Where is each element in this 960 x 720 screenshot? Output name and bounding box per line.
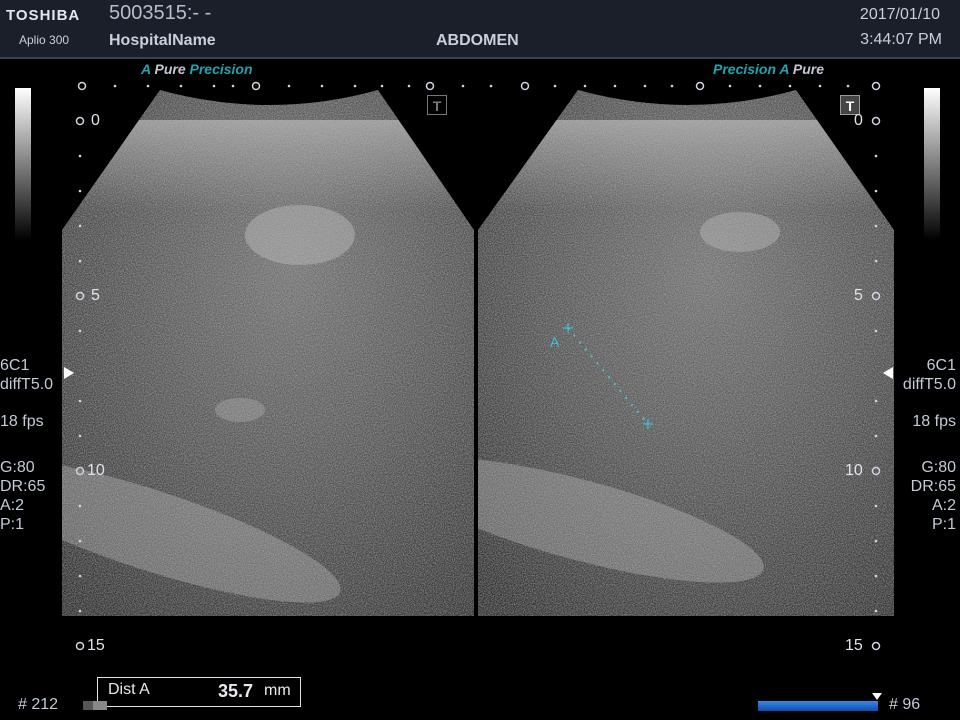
measurement-result-box: Dist A 35.7 mm — [97, 677, 301, 707]
frequency-label: diffT5.0 — [902, 376, 956, 393]
gain-label: G:80 — [0, 459, 35, 476]
depth-label-right-5: 5 — [854, 287, 863, 304]
grayscale-bar-left — [15, 88, 31, 240]
depth-label-right-0: 0 — [854, 112, 863, 129]
grayscale-bar-right — [924, 88, 940, 240]
caliper-label: A — [550, 334, 560, 350]
probe-label: 6C1 — [0, 357, 30, 374]
dynamic-range-label: DR:65 — [0, 478, 46, 495]
cine-slider-left[interactable] — [83, 701, 107, 710]
focus-marker-right — [883, 367, 893, 379]
frame-counter-left: # 212 — [18, 696, 59, 713]
measurement-label: Dist A — [108, 681, 150, 698]
cine-position-marker[interactable] — [872, 693, 882, 700]
measurement-unit: mm — [264, 682, 291, 699]
a-label: A:2 — [931, 497, 956, 514]
left-fps: 18 fps — [0, 413, 44, 430]
measurement-value: 35.7 — [218, 681, 254, 701]
ultrasound-dual-view — [62, 81, 894, 651]
lateral-scale-top — [77, 81, 881, 91]
a-label: A:2 — [0, 497, 25, 514]
depth-label-left-0: 0 — [91, 112, 100, 129]
dynamic-range-label: DR:65 — [910, 478, 956, 495]
depth-label-left-5: 5 — [91, 287, 100, 304]
depth-label-left-10: 10 — [87, 462, 105, 479]
right-params-probe: 6C1 diffT5.0 — [903, 356, 956, 394]
depth-label-left-15: 15 — [87, 637, 105, 654]
right-brand-tag: Precision A Pure — [713, 61, 825, 77]
depth-label-right-10: 10 — [845, 462, 863, 479]
cine-progress-bar[interactable] — [758, 701, 878, 711]
left-brand-tag: A Pure Precision — [141, 61, 253, 77]
left-params-probe: 6C1 diffT5.0 — [0, 356, 53, 394]
left-sonogram — [62, 90, 474, 616]
frame-counter-right: # 96 — [889, 696, 921, 713]
frequency-label: diffT5.0 — [0, 376, 54, 393]
p-label: P:1 — [931, 516, 956, 533]
focus-marker-left — [64, 367, 74, 379]
probe-label: 6C1 — [926, 357, 956, 374]
depth-label-right-15: 15 — [845, 637, 863, 654]
p-label: P:1 — [0, 516, 25, 533]
gain-label: G:80 — [921, 459, 956, 476]
inactive-image-t-icon[interactable]: T — [427, 95, 447, 115]
right-params-gain: G:80 DR:65 A:2 P:1 — [911, 458, 956, 534]
left-params-gain: G:80 DR:65 A:2 P:1 — [0, 458, 45, 534]
right-fps: 18 fps — [912, 413, 956, 430]
